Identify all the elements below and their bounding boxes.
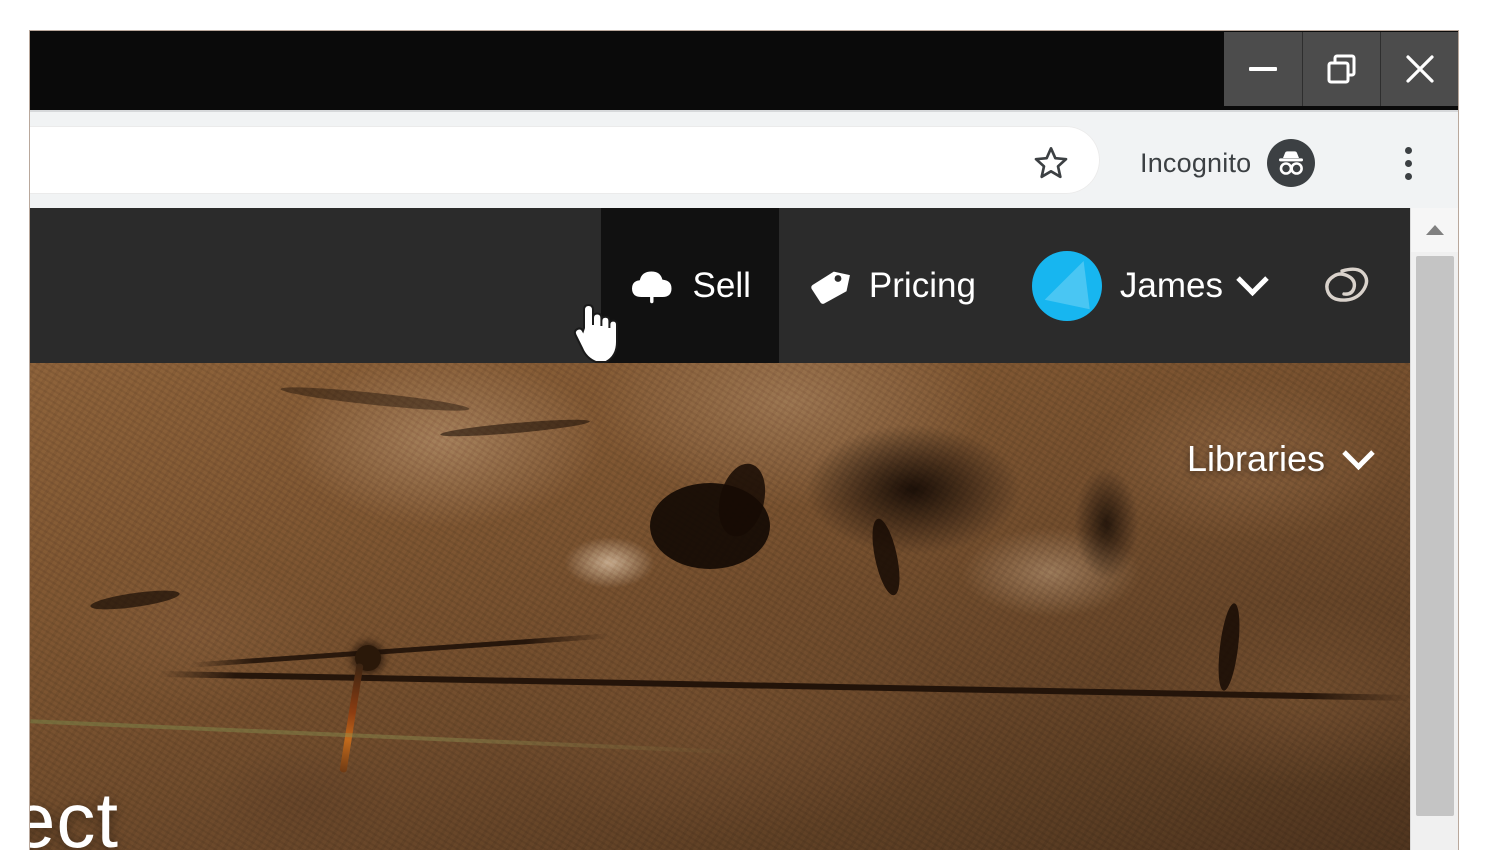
price-tag-icon	[811, 271, 850, 304]
browser-menu-button[interactable]	[1388, 140, 1428, 186]
chevron-down-icon	[1342, 437, 1375, 470]
scroll-up-button[interactable]	[1411, 208, 1458, 252]
screen-root: Incognito Sell Pricing James Libraries e…	[0, 0, 1500, 850]
title-bar	[30, 31, 1458, 110]
bookmark-button[interactable]	[1030, 142, 1072, 184]
close-button[interactable]	[1380, 32, 1458, 106]
creative-cloud-glyph	[1325, 267, 1369, 302]
hero-image: Libraries ect	[30, 363, 1410, 850]
libraries-menu[interactable]: Libraries	[1186, 437, 1375, 480]
minimize-icon	[1249, 67, 1277, 71]
close-icon	[1405, 55, 1434, 83]
incognito-glyph	[1279, 151, 1304, 175]
nav-item-pricing[interactable]: Pricing	[779, 208, 1004, 363]
cloud-upload-icon	[631, 271, 672, 303]
user-avatar-icon	[1031, 250, 1102, 321]
vertical-scrollbar[interactable]	[1410, 208, 1458, 850]
nav-item-sell-label: Sell	[692, 265, 751, 305]
creative-cloud-icon	[1320, 255, 1382, 317]
restore-icon	[1327, 54, 1355, 84]
kebab-dot	[1404, 159, 1412, 167]
site-nav-bar: Sell Pricing James	[30, 208, 1410, 363]
restore-button[interactable]	[1302, 32, 1380, 106]
minimize-button[interactable]	[1224, 32, 1302, 106]
scroll-up-arrow-icon	[1425, 225, 1444, 235]
nav-item-sell[interactable]: Sell	[600, 208, 779, 363]
browser-toolbar: Incognito	[30, 110, 1458, 208]
account-name: James	[1119, 265, 1223, 305]
nav-item-creative-cloud[interactable]	[1292, 208, 1410, 363]
incognito-avatar-icon	[1267, 139, 1316, 187]
star-icon	[1034, 147, 1068, 179]
libraries-label: Libraries	[1186, 438, 1325, 479]
nav-item-account[interactable]: James	[1004, 208, 1292, 363]
hero-title-text: ect	[30, 776, 120, 850]
browser-window: Incognito Sell Pricing James Libraries e…	[30, 31, 1458, 850]
scroll-thumb[interactable]	[1416, 256, 1454, 816]
chevron-down-icon	[1236, 263, 1269, 297]
nav-item-pricing-label: Pricing	[868, 265, 976, 305]
page-viewport: Sell Pricing James Libraries ect	[30, 208, 1458, 850]
kebab-menu-icon	[1404, 146, 1412, 154]
hero-texture-layer	[30, 363, 1410, 850]
kebab-dot	[1404, 172, 1412, 180]
address-bar[interactable]	[30, 126, 1100, 194]
incognito-label: Incognito	[1140, 147, 1252, 178]
window-controls	[1224, 32, 1458, 106]
incognito-indicator[interactable]: Incognito	[1140, 136, 1316, 190]
